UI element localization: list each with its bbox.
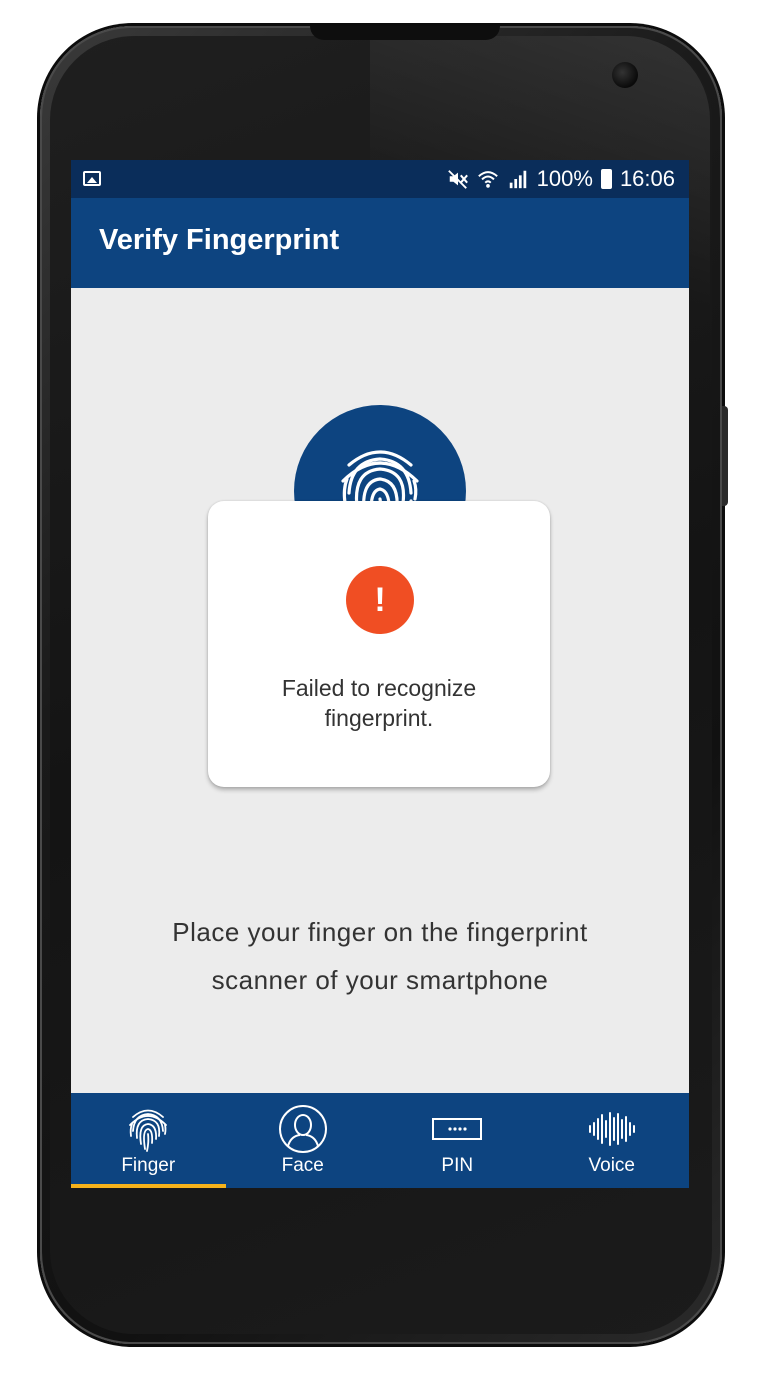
nav-label-finger: Finger — [121, 1155, 176, 1176]
wifi-icon — [477, 171, 498, 188]
instruction-line2: scanner of your smartphone — [211, 965, 549, 995]
image-icon — [83, 171, 101, 186]
nav-item-face[interactable]: Face — [226, 1093, 381, 1188]
power-button[interactable] — [722, 406, 728, 506]
battery-icon — [600, 169, 612, 189]
clock: 16:06 — [619, 166, 675, 191]
status-bar: 100% 16:06 — [71, 160, 689, 198]
fingerprint-icon — [129, 1109, 168, 1152]
nav-label-voice: Voice — [588, 1155, 635, 1176]
speaker-grille — [310, 26, 500, 40]
battery-percent: 100% — [536, 166, 593, 191]
error-message-line2: fingerprint. — [324, 705, 434, 731]
proximity-sensor — [112, 70, 124, 82]
status-indicators: 100% 16:06 — [447, 160, 675, 198]
alert-icon: ! — [346, 566, 414, 634]
error-dialog: ! Failed to recognize fingerprint. — [208, 501, 550, 787]
nav-item-pin[interactable]: PIN — [380, 1093, 535, 1188]
nav-label-face: Face — [281, 1155, 324, 1176]
nav-item-finger[interactable]: Finger — [71, 1093, 226, 1188]
active-tab-indicator — [71, 1184, 226, 1188]
light-sensor — [138, 70, 150, 82]
nav-item-voice[interactable]: Voice — [535, 1093, 690, 1188]
app-bar: Verify Fingerprint — [71, 198, 689, 288]
instruction-text: Place your finger on the fingerprint sca… — [101, 908, 659, 1004]
signal-icon — [509, 170, 526, 189]
main-content: ! Failed to recognize fingerprint. Place… — [71, 288, 689, 1093]
error-message-line1: Failed to recognize — [281, 675, 477, 701]
bottom-nav: Finger Face PIN Voice — [71, 1093, 689, 1188]
mute-icon — [447, 170, 468, 189]
nav-label-pin: PIN — [441, 1155, 474, 1176]
voice-icon — [588, 1112, 635, 1146]
instruction-line1: Place your finger on the fingerprint — [172, 917, 588, 947]
page-title: Verify Fingerprint — [99, 224, 340, 256]
screen: 100% 16:06 Verify Fingerprint ! Failed t… — [71, 160, 689, 1188]
front-camera — [612, 62, 638, 88]
pin-icon — [432, 1118, 483, 1140]
error-message: Failed to recognize fingerprint. — [228, 673, 530, 733]
face-icon — [278, 1105, 327, 1153]
